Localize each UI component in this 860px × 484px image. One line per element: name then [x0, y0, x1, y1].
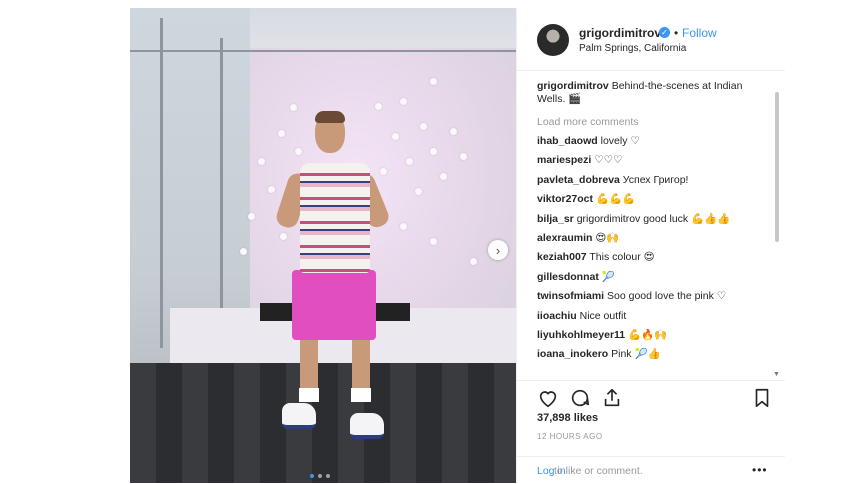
pink-shorts: [292, 270, 376, 340]
comment-row: iioachiu Nice outfit: [537, 310, 762, 329]
comment-text: 🎾: [601, 270, 615, 283]
comment-row: pavleta_dobreva Успех Григор!: [537, 174, 762, 193]
chevron-right-icon: ›: [495, 242, 501, 258]
load-more-comments-button[interactable]: Load more comments: [537, 116, 762, 129]
comment-row: twinsofmiami Soo good love the pink ♡: [537, 290, 762, 309]
comment-row: bilja_sr grigordimitrov good luck 💪👍👍: [537, 213, 762, 232]
comment-row: ihab_daowd lovely ♡: [537, 135, 762, 154]
heart-icon[interactable]: [537, 387, 559, 409]
comment-username[interactable]: liyuhkohlmeyer11: [537, 329, 625, 341]
sneaker: [282, 403, 316, 429]
post-footer: Log in to like or comment. •••: [517, 456, 785, 484]
comment-row: viktor27oct 💪💪💪: [537, 193, 762, 212]
comment-text: Pink 🎾👍: [611, 348, 661, 361]
comment-icon[interactable]: [569, 387, 591, 409]
comment-row: mariespezi ♡♡♡: [537, 154, 762, 173]
separator-dot: •: [674, 26, 679, 40]
comments-list[interactable]: grigordimitrov Behind-the-scenes at Indi…: [537, 80, 762, 370]
bookmark-icon[interactable]: [751, 387, 773, 409]
carousel-indicator: [310, 474, 330, 478]
comment-text: lovely ♡: [600, 135, 640, 147]
comment-text: Soo good love the pink ♡: [607, 290, 727, 303]
post-actions: [517, 380, 785, 411]
comment-username[interactable]: ihab_daowd: [537, 135, 598, 147]
carousel-dot: [310, 474, 314, 478]
comment-text: 💪💪💪: [595, 193, 636, 206]
comment-username[interactable]: viktor27oct: [537, 193, 593, 205]
comment-username[interactable]: iioachiu: [537, 310, 577, 322]
comment-row: gillesdonnat 🎾: [537, 271, 762, 290]
post-sidebar: grigordimitrov ✓ • Follow Palm Springs, …: [516, 8, 785, 483]
follow-button[interactable]: Follow: [682, 26, 717, 40]
post-caption: grigordimitrov Behind-the-scenes at Indi…: [537, 80, 762, 106]
comment-text: Nice outfit: [579, 309, 627, 322]
scroll-down-arrow-icon[interactable]: ▼: [773, 371, 780, 378]
comment-text: Успех Григор!: [622, 173, 689, 186]
comment-row: keziah007 This colour 😍: [537, 251, 762, 270]
more-options-icon[interactable]: •••: [752, 463, 768, 477]
comment-username[interactable]: twinsofmiami: [537, 290, 604, 302]
carousel-dot: [318, 474, 322, 478]
comment-username[interactable]: gillesdonnat: [537, 271, 599, 283]
comments-scrollbar[interactable]: [775, 92, 779, 242]
comment-text: 😍🙌: [595, 231, 620, 244]
comment-text: grigordimitrov good luck 💪👍👍: [576, 212, 731, 225]
comment-text: 💪🔥🙌: [628, 328, 668, 341]
comment-username[interactable]: bilja_sr: [537, 213, 574, 225]
login-prompt-text: to like or comment.: [554, 465, 643, 477]
comment-row: ioana_inokero Pink 🎾👍: [537, 348, 762, 367]
comment-username[interactable]: alexraumin: [537, 232, 592, 244]
striped-shirt: [300, 163, 370, 273]
comment-username[interactable]: keziah007: [537, 251, 587, 263]
comment-row: alexraumin 😍🙌: [537, 232, 762, 251]
instagram-post: › grigordimitrov ✓ • Follow Palm Springs…: [130, 8, 785, 483]
carousel-dot: [326, 474, 330, 478]
next-photo-button[interactable]: ›: [488, 240, 508, 260]
post-header: grigordimitrov ✓ • Follow Palm Springs, …: [517, 8, 785, 71]
share-icon[interactable]: [601, 387, 623, 409]
hair: [315, 111, 345, 123]
post-photo[interactable]: ›: [130, 8, 516, 483]
likes-count[interactable]: 37,898 likes: [537, 412, 598, 424]
comment-row: liyuhkohlmeyer11 💪🔥🙌: [537, 329, 762, 348]
location-link[interactable]: Palm Springs, California: [579, 43, 686, 54]
sock: [299, 388, 319, 402]
tennis-player: [130, 8, 516, 483]
sock: [351, 388, 371, 402]
comment-username[interactable]: mariespezi: [537, 154, 591, 166]
post-timestamp: 12 HOURS AGO: [537, 432, 603, 441]
sneaker: [350, 413, 384, 439]
username-link[interactable]: grigordimitrov: [579, 26, 661, 40]
comment-text: ♡♡♡: [594, 154, 623, 167]
comment-text: This colour 😍: [589, 251, 655, 264]
avatar[interactable]: [537, 24, 569, 56]
caption-username[interactable]: grigordimitrov: [537, 80, 609, 92]
verified-badge-icon: ✓: [659, 27, 670, 38]
comment-username[interactable]: ioana_inokero: [537, 348, 608, 360]
comment-username[interactable]: pavleta_dobreva: [537, 174, 620, 186]
